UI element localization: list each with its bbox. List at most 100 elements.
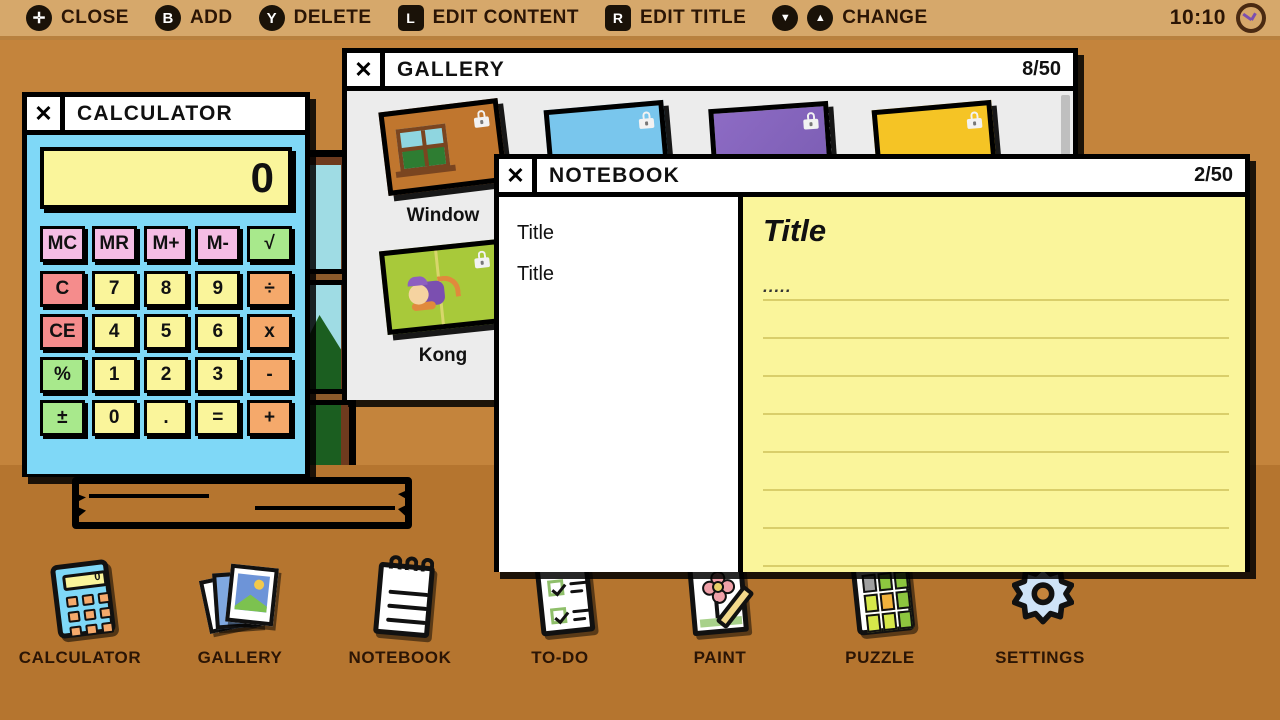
dock-item-todo[interactable]: TO-DO [480, 560, 640, 668]
notebook-line [763, 301, 1229, 339]
gallery-thumbnail[interactable] [378, 98, 508, 196]
calculator-key-pad-0[interactable]: C [40, 271, 85, 307]
calculator-key-pad-11[interactable]: 1 [91, 357, 137, 393]
wooden-shelf [72, 477, 412, 529]
calculator-key-pad-15[interactable]: ± [40, 400, 85, 436]
notebook-line [763, 453, 1229, 491]
dock-label-gallery: GALLERY [197, 648, 283, 667]
notebook-body: Title Title Title ..... [499, 197, 1245, 572]
notebook-body-text: ..... [763, 277, 792, 296]
calculator-key-memory-0[interactable]: MC [40, 226, 85, 262]
calculator-key-pad-7[interactable]: 5 [143, 314, 189, 350]
calculator-key-memory-3[interactable]: M- [195, 226, 241, 262]
gallery-close-button[interactable]: ✕ [347, 53, 385, 86]
dock-item-calculator[interactable]: CALCULATOR [0, 558, 160, 668]
calculator-key-memory-1[interactable]: MR [91, 226, 137, 262]
gallery-item-label: Window [406, 205, 480, 226]
calculator-titlebar: ✕ CALCULATOR [27, 97, 305, 135]
notebook-line: ..... [763, 263, 1229, 301]
app-dock: CALCULATOR GALLERY NOTEBOOK [0, 554, 1280, 695]
notebook-page[interactable]: Title ..... [743, 197, 1245, 572]
calculator-icon-keys [65, 591, 115, 638]
gallery-icon [192, 560, 288, 642]
calculator-window[interactable]: ✕ CALCULATOR 0 MC MR M+ M- √ C 7 8 9 ÷ CE 4 5 6 x% 1 2 3… [22, 92, 310, 477]
lock-icon [473, 109, 490, 128]
lock-icon [473, 250, 491, 269]
calculator-close-button[interactable]: ✕ [27, 97, 65, 130]
notebook-line [763, 491, 1229, 529]
dock-item-paint[interactable]: PAINT [640, 559, 800, 668]
hud-action-edit-title[interactable]: R EDIT TITLE [604, 5, 747, 31]
calculator-key-pad-18[interactable]: = [195, 400, 241, 436]
shelf-notch-right [398, 488, 412, 522]
dock-label-puzzle: PUZZLE [845, 648, 915, 667]
notebook-page-title: Title [763, 213, 827, 248]
dock-label-todo: TO-DO [531, 648, 589, 667]
gallery-scrollbar[interactable] [1061, 95, 1070, 155]
calculator-key-pad-17[interactable]: . [143, 400, 189, 436]
calculator-key-pad-12[interactable]: 2 [143, 357, 189, 393]
dock-item-gallery[interactable]: GALLERY [160, 560, 320, 668]
gallery-titlebar: ✕ GALLERY 8/50 [347, 53, 1073, 91]
hud-action-change[interactable]: ▼ ▲ CHANGE [772, 5, 927, 31]
dpad-up-icon: ▲ [807, 5, 834, 31]
calculator-key-pad-8[interactable]: 6 [195, 314, 241, 350]
puzzle-icon [832, 560, 928, 642]
notebook-icon [352, 554, 448, 642]
clock-icon [1236, 3, 1266, 33]
hud-action-edit-content[interactable]: L EDIT CONTENT [397, 5, 579, 31]
shelf-seam-top [89, 494, 209, 498]
gallery-count: 8/50 [1022, 58, 1061, 80]
calculator-key-pad-1[interactable]: 7 [91, 271, 137, 307]
hud-action-add[interactable]: B ADD [154, 5, 233, 31]
todo-icon [512, 560, 608, 642]
hud-label-edit-title: EDIT TITLE [639, 7, 747, 28]
y-button-icon: Y [258, 5, 285, 31]
calculator-icon [32, 558, 128, 642]
notebook-count: 2/50 [1194, 164, 1233, 186]
dock-item-puzzle[interactable]: PUZZLE [800, 560, 960, 668]
notebook-line [763, 415, 1229, 453]
notebook-window[interactable]: ✕ NOTEBOOK 2/50 Title Title Title ..... [494, 154, 1250, 572]
calculator-key-memory-2[interactable]: M+ [143, 226, 189, 262]
calculator-key-pad-10[interactable]: % [40, 357, 85, 393]
calculator-key-memory-4[interactable]: √ [247, 226, 292, 262]
calculator-key-pad-14[interactable]: - [247, 357, 292, 393]
notebook-title: NOTEBOOK [549, 163, 680, 187]
notebook-line [763, 339, 1229, 377]
notebook-entry[interactable]: Title [517, 254, 738, 295]
hud-action-close[interactable]: ✛ CLOSE [26, 5, 129, 31]
calculator-key-pad-6[interactable]: 4 [91, 314, 137, 350]
b-button-icon: B [154, 5, 181, 31]
notebook-entry[interactable]: Title [517, 213, 738, 254]
calculator-key-pad-16[interactable]: 0 [91, 400, 137, 436]
notebook-close-button[interactable]: ✕ [499, 159, 537, 192]
calculator-key-pad-5[interactable]: CE [40, 314, 85, 350]
calculator-display: 0 [40, 147, 292, 209]
calculator-key-pad-13[interactable]: 3 [195, 357, 241, 393]
gallery-icon-photo-3 [225, 563, 279, 627]
notebook-page-lines: ..... [763, 263, 1229, 567]
gallery-title: GALLERY [397, 57, 505, 81]
calculator-memory-row: MC MR M+ M- √ [40, 226, 292, 262]
shelf-seam-bottom [255, 506, 395, 510]
dock-item-notebook[interactable]: NOTEBOOK [320, 554, 480, 668]
calculator-key-pad-3[interactable]: 9 [195, 271, 241, 307]
calculator-key-pad-19[interactable]: + [247, 400, 292, 436]
calculator-icon-screen [61, 570, 108, 592]
dock-item-settings[interactable]: SETTINGS [960, 560, 1120, 668]
hud-action-delete[interactable]: Y DELETE [258, 5, 372, 31]
dock-label-paint: PAINT [693, 648, 747, 667]
calculator-key-pad-9[interactable]: x [247, 314, 292, 350]
gallery-item-label: Kong [418, 345, 468, 366]
calculator-key-pad-2[interactable]: 8 [143, 271, 189, 307]
calculator-keypad: C 7 8 9 ÷ CE 4 5 6 x% 1 2 3- ±0. = + [40, 271, 292, 436]
clock-time: 10:10 [1169, 6, 1226, 29]
paint-icon [672, 559, 768, 642]
r-button-icon: R [604, 5, 631, 31]
gallery-thumbnail[interactable] [378, 238, 508, 336]
clock-minute-hand [1242, 13, 1252, 22]
calculator-key-pad-4[interactable]: ÷ [247, 271, 292, 307]
notebook-line [763, 529, 1229, 567]
plus-button-icon: ✛ [26, 5, 52, 31]
